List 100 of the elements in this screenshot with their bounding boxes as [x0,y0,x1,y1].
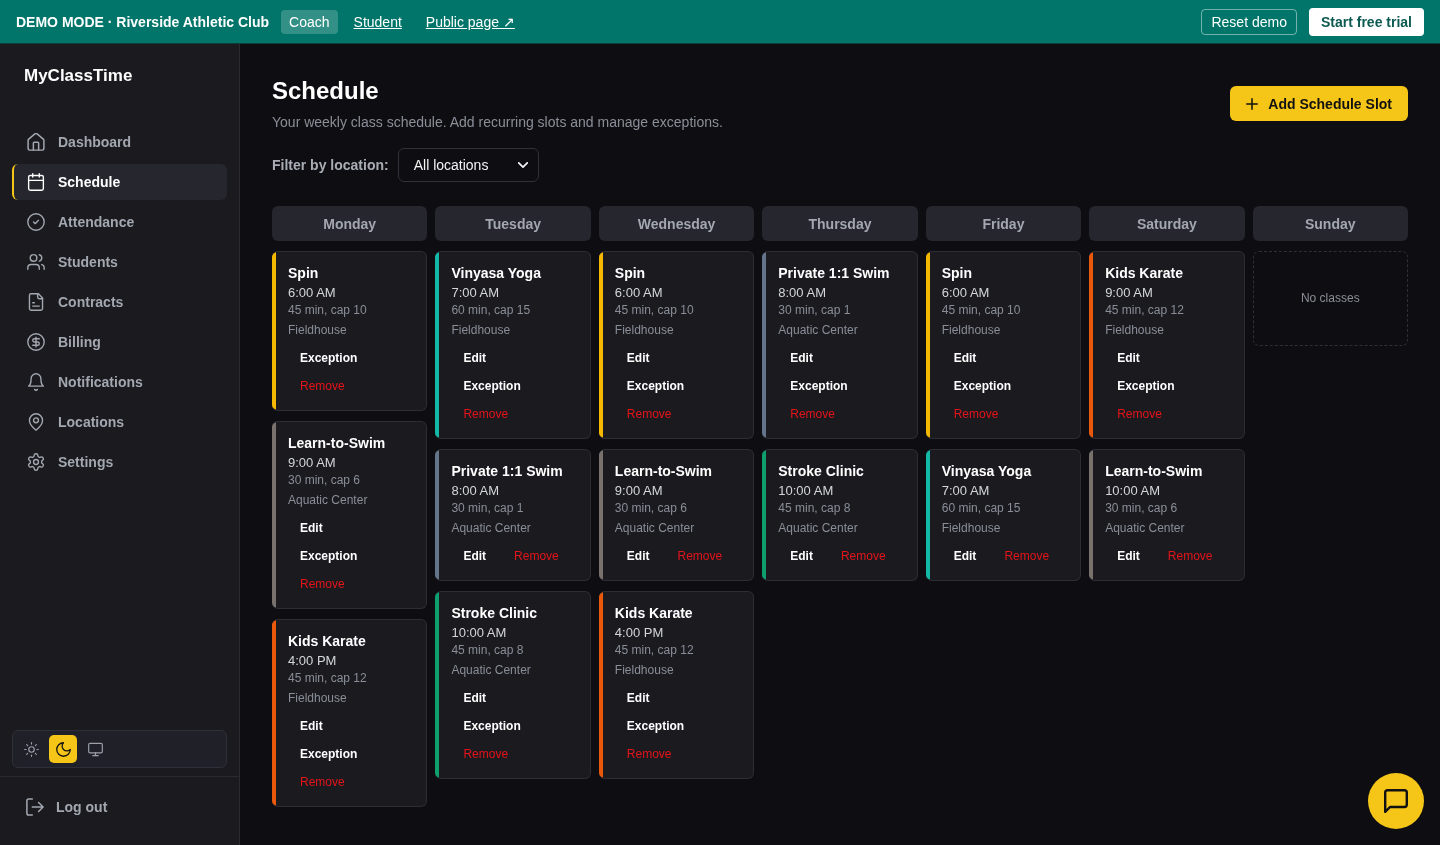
class-time: 10:00 AM [451,624,508,642]
nav-item[interactable]: Contracts [12,284,227,320]
chevron-down-icon [517,162,528,168]
class-location: Aquatic Center [778,520,859,536]
monitor-icon [87,741,103,757]
class-location: Fieldhouse [941,322,1002,338]
class-time: 6:00 AM [941,284,991,302]
remove-button[interactable]: Remove [288,372,357,400]
remove-button[interactable]: Remove [614,400,684,428]
class-time: 9:00 AM [614,482,664,500]
class-title: Learn-to-Swim [1105,462,1204,480]
action-button[interactable]: Exception [1105,372,1187,400]
remove-button[interactable]: Remove [288,768,357,796]
action-button[interactable]: Edit [614,542,662,570]
remove-button[interactable]: Remove [288,570,357,598]
nav-item[interactable]: Dashboard [12,124,227,160]
class-location: Aquatic Center [778,322,859,338]
class-location: Aquatic Center [451,662,532,678]
theme-button[interactable] [49,735,77,763]
calendar-icon [27,173,45,191]
action-button[interactable]: Exception [288,542,370,570]
class-details: 45 min, cap 12 [288,670,368,686]
location-select[interactable]: All locations [397,148,539,182]
class-location: Fieldhouse [941,520,1002,536]
nav-item[interactable]: Attendance [12,204,227,240]
action-button[interactable]: Edit [941,344,989,372]
action-button[interactable]: Exception [451,372,533,400]
action-button[interactable]: Edit [451,344,499,372]
class-location: Aquatic Center [1105,520,1186,536]
page-subtitle: Your weekly class schedule. Add recurring slots and manage exceptions. [272,113,723,131]
action-button[interactable]: Exception [941,372,1024,400]
nav-item[interactable]: Settings [12,444,227,480]
action-button[interactable]: Edit [614,684,662,712]
check-circle-icon [27,213,45,231]
demo-mode-label: DEMO MODE · Riverside Athletic Club [16,13,270,30]
action-button[interactable]: Exception [288,344,370,372]
action-button[interactable]: Edit [1105,542,1152,570]
action-button[interactable]: Exception [778,372,860,400]
view-link[interactable]: Student [345,9,410,34]
action-button[interactable]: Exception [451,712,533,740]
class-location: Fieldhouse [288,322,348,338]
logout-link[interactable]: Log out [12,789,227,825]
class-location: Aquatic Center [451,520,532,536]
class-time: 8:00 AM [778,284,827,302]
remove-button[interactable]: Remove [614,740,684,768]
action-button[interactable]: Edit [941,542,989,570]
class-details: 45 min, cap 12 [614,642,695,658]
remove-button[interactable]: Remove [1155,542,1225,570]
remove-button[interactable]: Remove [665,542,735,570]
add-slot-button[interactable]: Add Schedule Slot [1230,86,1408,121]
class-title: Learn-to-Swim [614,462,714,480]
view-tab[interactable]: Coach [281,9,338,34]
action-button[interactable]: Edit [778,542,825,570]
action-button[interactable]: Edit [778,344,825,372]
remove-button[interactable]: Remove [502,542,571,570]
nav-item[interactable]: Notifications [12,364,227,400]
action-button[interactable]: Exception [614,372,697,400]
remove-button[interactable]: Remove [778,400,847,428]
class-details: 45 min, cap 8 [451,642,525,658]
class-location: Fieldhouse [614,322,675,338]
nav-item[interactable]: Schedule [12,164,227,200]
remove-button[interactable]: Remove [941,400,1011,428]
class-details: 60 min, cap 15 [941,500,1022,516]
action-button[interactable]: Edit [451,542,499,570]
class-time: 8:00 AM [451,482,501,500]
brand-logo: MyClassTime [23,65,134,86]
action-button[interactable]: Exception [288,740,370,768]
nav-item[interactable]: Billing [12,324,227,360]
class-time: 7:00 AM [451,284,501,302]
action-button[interactable]: Exception [614,712,697,740]
action-button[interactable]: Edit [451,684,499,712]
logout-icon [26,798,44,816]
action-button[interactable]: Edit [288,514,335,542]
day-header: Tuesday [435,206,591,241]
chat-button[interactable] [1368,773,1424,829]
class-title: Kids Karate [614,604,694,622]
free-trial-button[interactable]: Start free trial [1308,7,1424,36]
remove-button[interactable]: Remove [451,740,521,768]
class-title: Stroke Clinic [451,604,538,622]
class-details: 30 min, cap 1 [451,500,525,516]
class-time: 10:00 AM [1105,482,1162,500]
class-time: 10:00 AM [778,482,835,500]
empty-day-note: No classes [1252,251,1408,346]
remove-button[interactable]: Remove [1105,400,1174,428]
reset-demo-button[interactable]: Reset demo [1201,8,1297,35]
plus-icon [1246,97,1259,110]
nav-item[interactable]: Locations [12,404,227,440]
settings-icon [27,453,45,471]
action-button[interactable]: Edit [1105,344,1152,372]
view-link[interactable]: Public page ↗ [417,9,523,34]
nav-item[interactable]: Students [12,244,227,280]
class-time: 9:00 AM [288,454,337,472]
remove-button[interactable]: Remove [828,542,898,570]
action-button[interactable]: Edit [288,712,335,740]
day-header: Sunday [1252,206,1408,241]
action-button[interactable]: Edit [614,344,662,372]
day-header: Friday [925,206,1082,241]
class-title: Spin [941,264,974,282]
remove-button[interactable]: Remove [451,400,521,428]
remove-button[interactable]: Remove [992,542,1062,570]
